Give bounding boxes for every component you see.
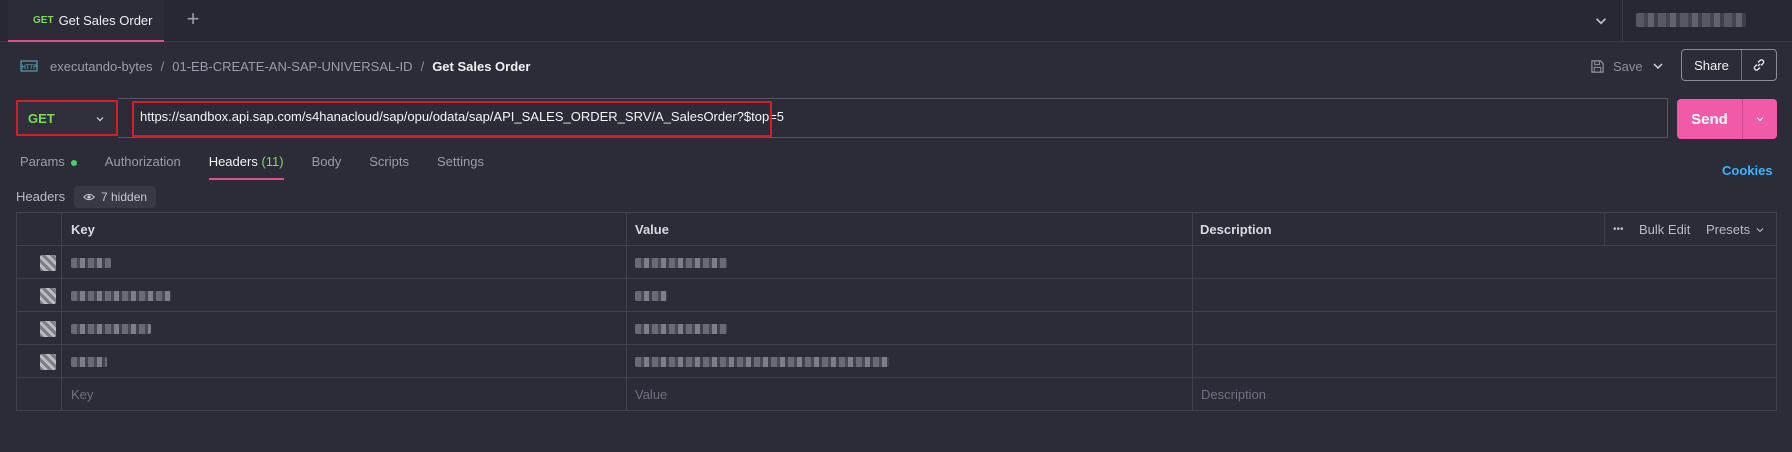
environment-select-blurred[interactable] <box>1636 13 1746 27</box>
share-group: Share <box>1681 49 1777 81</box>
tab-title: Get Sales Order <box>58 12 153 28</box>
divider <box>1622 0 1623 42</box>
table-row <box>17 246 1776 279</box>
table-header-row: Key Value Description ••• Bulk Edit Pres… <box>17 213 1776 246</box>
header-key-blurred[interactable] <box>71 279 171 312</box>
row-enabled-checkbox[interactable] <box>40 321 56 337</box>
row-enabled-checkbox[interactable] <box>40 354 56 370</box>
send-button[interactable]: Send <box>1677 99 1743 139</box>
breadcrumb: HTTP executando-bytes / 01-EB-CREATE-AN-… <box>20 56 530 76</box>
hidden-headers-label: 7 hidden <box>101 190 148 204</box>
save-icon <box>1591 59 1604 73</box>
method-select-label: GET <box>28 110 55 126</box>
tab-headers-count: (11) <box>261 154 284 169</box>
params-active-dot-icon <box>70 159 77 166</box>
copy-link-button[interactable] <box>1742 50 1776 80</box>
row-enabled-checkbox[interactable] <box>40 255 56 271</box>
request-subtabs: Params Authorization Headers (11) Body S… <box>20 154 512 180</box>
link-icon <box>1753 59 1765 71</box>
presets-label: Presets <box>1706 222 1751 237</box>
presets-chevron-down-icon <box>1756 227 1764 232</box>
send-chevron-down-icon <box>1756 117 1764 122</box>
headers-section-label: Headers <box>16 189 66 204</box>
tab-body[interactable]: Body <box>312 154 342 180</box>
row-enabled-checkbox[interactable] <box>40 288 56 304</box>
send-group: Send <box>1677 99 1777 139</box>
svg-text:HTTP: HTTP <box>21 64 37 71</box>
more-options-icon[interactable]: ••• <box>1613 213 1624 246</box>
header-value-blurred[interactable] <box>635 312 727 345</box>
tab-headers[interactable]: Headers (11) <box>208 154 284 180</box>
new-tab-plus-icon[interactable]: + <box>182 8 204 31</box>
cookies-link[interactable]: Cookies <box>1722 163 1773 178</box>
breadcrumb-request-name[interactable]: Get Sales Order <box>432 59 530 74</box>
new-header-row: Key Value Description <box>17 378 1776 411</box>
breadcrumb-workspace[interactable]: executando-bytes <box>50 59 153 74</box>
hidden-headers-toggle[interactable]: 7 hidden <box>74 186 157 208</box>
headers-table: Key Value Description ••• Bulk Edit Pres… <box>16 212 1777 411</box>
column-header-value: Value <box>635 222 669 237</box>
request-tab[interactable]: GET Get Sales Order <box>8 0 164 42</box>
new-description-input[interactable]: Description <box>1201 378 1266 411</box>
header-key-blurred[interactable] <box>71 312 151 345</box>
eye-icon <box>83 193 95 201</box>
breadcrumb-separator: / <box>420 58 425 74</box>
tab-params[interactable]: Params <box>20 154 77 180</box>
header-key-blurred[interactable] <box>71 345 107 378</box>
tab-authorization[interactable]: Authorization <box>105 154 181 180</box>
tab-params-label: Params <box>20 154 65 169</box>
table-row <box>17 345 1776 378</box>
new-key-input[interactable]: Key <box>71 378 93 411</box>
save-options-chevron-down-icon[interactable] <box>1650 58 1666 74</box>
header-value-blurred[interactable] <box>635 345 889 378</box>
method-select[interactable]: GET <box>16 100 118 136</box>
header-value-blurred[interactable] <box>635 246 727 279</box>
tab-method-label: GET <box>33 14 54 26</box>
send-options-button[interactable] <box>1743 99 1777 139</box>
tab-list-chevron-down-icon[interactable] <box>1592 12 1610 30</box>
tab-headers-label: Headers <box>208 154 258 169</box>
http-request-icon: HTTP <box>20 60 38 72</box>
presets-button[interactable]: Presets <box>1706 213 1766 246</box>
tab-scripts[interactable]: Scripts <box>369 154 409 180</box>
share-button[interactable]: Share <box>1682 50 1742 80</box>
save-label: Save <box>1613 58 1643 74</box>
column-header-key: Key <box>71 222 95 237</box>
column-header-description: Description <box>1200 222 1272 237</box>
table-row <box>17 312 1776 345</box>
bulk-edit-button[interactable]: Bulk Edit <box>1639 213 1690 246</box>
save-button[interactable]: Save <box>1590 56 1643 76</box>
tab-bar: GET Get Sales Order + <box>0 0 1792 42</box>
breadcrumb-collection[interactable]: 01-EB-CREATE-AN-SAP-UNIVERSAL-ID <box>172 59 412 74</box>
tab-settings[interactable]: Settings <box>437 154 484 180</box>
table-row <box>17 279 1776 312</box>
breadcrumb-separator: / <box>160 58 165 74</box>
url-input[interactable]: https://sandbox.api.sap.com/s4hanacloud/… <box>140 109 1640 127</box>
new-value-input[interactable]: Value <box>635 378 667 411</box>
method-chevron-down-icon <box>96 117 104 122</box>
header-value-blurred[interactable] <box>635 279 667 312</box>
header-key-blurred[interactable] <box>71 246 111 279</box>
